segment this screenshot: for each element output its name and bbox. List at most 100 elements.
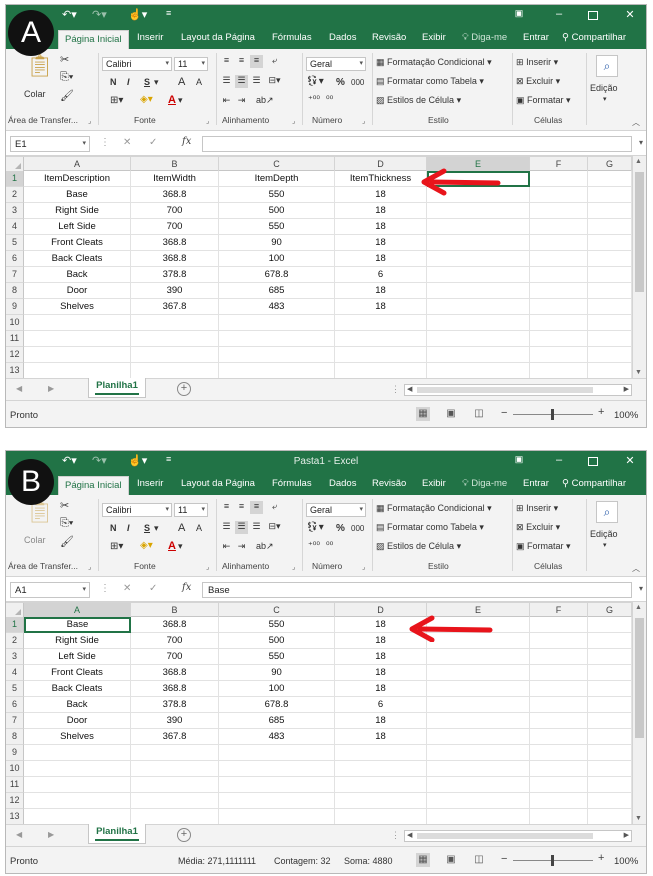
cell[interactable] (24, 315, 131, 331)
format-cells-button[interactable]: ▣ Formatar ▾ (516, 541, 571, 552)
decrease-indent-icon[interactable]: ⇤ (220, 95, 233, 108)
row-header[interactable]: 3 (6, 203, 24, 219)
row-header[interactable]: 7 (6, 713, 24, 729)
cell[interactable]: 18 (335, 299, 427, 315)
cell[interactable] (588, 761, 632, 777)
cell[interactable] (335, 363, 427, 379)
confirm-entry-icon[interactable]: ✓ (149, 583, 157, 594)
cell[interactable] (530, 219, 588, 235)
fill-color-icon[interactable]: ◈▾ (140, 94, 153, 105)
cell[interactable] (588, 713, 632, 729)
cell[interactable] (530, 649, 588, 665)
cell[interactable] (131, 809, 219, 825)
cell[interactable] (530, 299, 588, 315)
column-header-b[interactable]: B (131, 157, 219, 171)
copy-icon[interactable]: ⎘▾ (60, 71, 73, 84)
cell[interactable]: Shelves (24, 729, 131, 745)
scroll-right-icon[interactable]: ▶ (624, 385, 629, 393)
cell[interactable]: Front Cleats (24, 235, 131, 251)
column-header-f[interactable]: F (530, 157, 588, 171)
column-header-a[interactable]: A (24, 157, 131, 171)
cell[interactable] (219, 761, 335, 777)
percent-style-button[interactable]: % (336, 77, 345, 88)
prev-sheet-icon[interactable]: ◀ (16, 830, 22, 839)
cell[interactable] (219, 809, 335, 825)
cell[interactable]: Back Cleats (24, 681, 131, 697)
align-middle-icon[interactable]: ≡ (235, 55, 248, 68)
cell[interactable] (588, 697, 632, 713)
cell[interactable]: ItemDepth (219, 171, 335, 187)
cell[interactable] (530, 347, 588, 363)
align-bottom-icon[interactable]: ≡ (250, 501, 263, 514)
cell[interactable]: ItemThickness (335, 171, 427, 187)
scroll-down-icon[interactable]: ▼ (635, 815, 642, 822)
tab-insert[interactable]: Inserir (137, 32, 163, 43)
cell[interactable]: 90 (219, 235, 335, 251)
zoom-out-icon[interactable]: − (501, 407, 507, 419)
cell[interactable]: 18 (335, 187, 427, 203)
scroll-left-icon[interactable]: ◀ (407, 831, 412, 839)
scroll-up-icon[interactable]: ▲ (635, 604, 642, 611)
cell[interactable]: 100 (219, 681, 335, 697)
cell[interactable] (427, 745, 530, 761)
normal-view-icon[interactable]: ▦ (416, 407, 430, 421)
cell[interactable] (24, 809, 131, 825)
cell[interactable]: 18 (335, 649, 427, 665)
underline-button[interactable]: S (144, 77, 150, 87)
increase-decimal-button[interactable]: ⁺⁰⁰ (308, 94, 320, 105)
zoom-in-icon[interactable]: + (598, 406, 604, 418)
cell[interactable] (335, 347, 427, 363)
cell[interactable]: 685 (219, 713, 335, 729)
cell[interactable] (530, 761, 588, 777)
zoom-out-icon[interactable]: − (501, 853, 507, 865)
cell[interactable] (24, 761, 131, 777)
cell[interactable] (530, 267, 588, 283)
cell[interactable] (427, 219, 530, 235)
cell[interactable] (427, 299, 530, 315)
maximize-icon[interactable] (588, 11, 598, 20)
cell[interactable] (530, 203, 588, 219)
cell[interactable] (427, 649, 530, 665)
touch-mode-icon[interactable]: ☝▾ (128, 8, 147, 21)
row-header[interactable]: 1 (6, 617, 24, 633)
scroll-left-icon[interactable]: ◀ (407, 385, 412, 393)
vertical-scrollbar[interactable]: ▲ ▼ (632, 602, 646, 824)
insert-function-icon[interactable]: fx (182, 582, 191, 593)
align-right-icon[interactable]: ☰ (250, 521, 263, 534)
cell[interactable] (131, 793, 219, 809)
cell[interactable] (530, 713, 588, 729)
zoom-level[interactable]: 100% (614, 410, 638, 421)
cell[interactable] (588, 219, 632, 235)
ribbon-options-icon[interactable]: ▣ (512, 454, 526, 465)
cell[interactable] (530, 235, 588, 251)
worksheet-grid[interactable]: A B C D E F G 1 Base 368.8 550 18 2 Right Side 700 500 1… (6, 602, 632, 825)
selected-cell[interactable]: Base (24, 617, 131, 633)
cell[interactable] (530, 777, 588, 793)
align-center-icon[interactable]: ☰ (235, 75, 248, 88)
cell[interactable] (427, 777, 530, 793)
add-sheet-button[interactable]: + (177, 828, 191, 842)
cell[interactable] (427, 681, 530, 697)
cell[interactable] (24, 745, 131, 761)
row-header[interactable]: 4 (6, 665, 24, 681)
grow-font-button[interactable]: A (178, 522, 185, 534)
cell[interactable] (588, 745, 632, 761)
row-header[interactable]: 8 (6, 729, 24, 745)
row-header[interactable]: 1 (6, 171, 24, 187)
tab-page-layout[interactable]: Layout da Página (181, 478, 255, 489)
cell[interactable]: Back (24, 697, 131, 713)
borders-icon[interactable]: ⊞▾ (110, 95, 123, 106)
name-box[interactable]: A1 ▾ (10, 582, 90, 598)
conditional-formatting-button[interactable]: ▦ Formatação Condicional ▾ (376, 503, 492, 514)
formula-input[interactable]: Base (202, 582, 632, 598)
cell[interactable] (427, 363, 530, 379)
confirm-entry-icon[interactable]: ✓ (149, 137, 157, 148)
cell[interactable] (530, 363, 588, 379)
cell[interactable]: 368.8 (131, 681, 219, 697)
decrease-decimal-button[interactable]: ⁰⁰ (326, 94, 333, 105)
alignment-launcher-icon[interactable]: ⌟ (292, 117, 295, 125)
cell[interactable] (588, 617, 632, 633)
increase-decimal-button[interactable]: ⁺⁰⁰ (308, 540, 320, 551)
comma-style-button[interactable]: 000 (351, 524, 364, 533)
cell[interactable] (427, 713, 530, 729)
